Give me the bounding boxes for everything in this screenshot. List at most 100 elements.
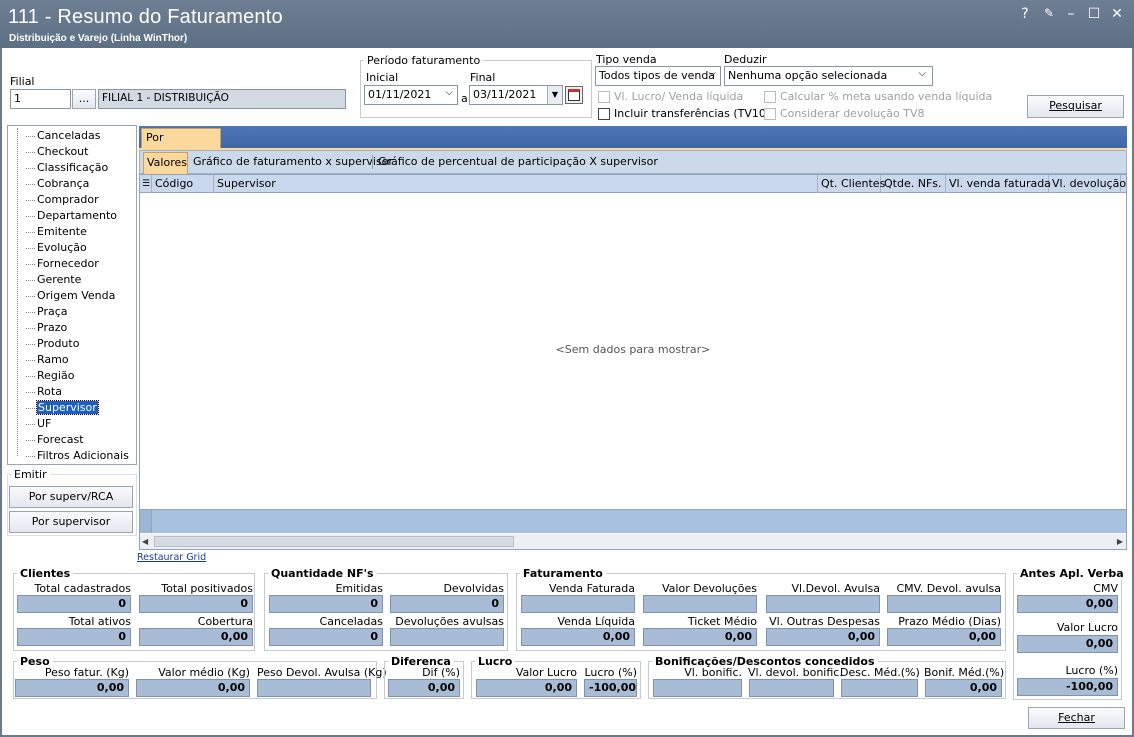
filial-code-input[interactable]: 1	[10, 89, 71, 109]
tree-item-gerente[interactable]: Gerente	[18, 272, 129, 288]
por-superv-rca-button[interactable]: Por superv/RCA	[9, 486, 133, 508]
tree-item-label: Classificação	[37, 161, 109, 174]
inicial-date-input[interactable]: 01/11/2021 ⌵	[364, 85, 458, 105]
column-vl-devolucao[interactable]: Vl. devolução	[1049, 175, 1126, 193]
column-qtde-nfs[interactable]: Qtde. NFs.	[881, 175, 946, 193]
calendar-icon[interactable]	[565, 86, 583, 104]
tree-item-praca[interactable]: Praça	[18, 304, 129, 320]
vl-lucro-checkbox: Vl. Lucro/ Venda líquida	[598, 90, 743, 103]
tree-item-regiao[interactable]: Região	[18, 368, 129, 384]
tab-valores[interactable]: Valores	[143, 152, 188, 174]
incluir-transf-checkbox[interactable]: Incluir transferências (TV10)	[598, 107, 770, 120]
tree-item-label: Região	[37, 369, 75, 382]
tree-item-label: Filtros Adicionais	[37, 449, 129, 462]
antes-valor-lucro-value: 0,00	[1017, 635, 1118, 653]
desc-med-value	[841, 679, 918, 697]
close-icon[interactable]: ✕	[1108, 6, 1126, 22]
bonif-med-label: Bonif. Méd.(%)	[924, 666, 1005, 679]
inicial-date-value: 01/11/2021	[368, 88, 432, 101]
help-icon[interactable]: ?	[1016, 6, 1034, 22]
peso-fatur-value: 0,00	[15, 679, 129, 697]
prazo-medio-value: 0,00	[887, 628, 1001, 646]
horizontal-scrollbar[interactable]: ◀ ▶	[140, 534, 1126, 549]
total-positivados-value: 0	[139, 595, 253, 613]
grid-header: ☰ Código Supervisor Qt. Clientes Qtde. N…	[140, 175, 1126, 193]
clientes-title: Clientes	[17, 567, 74, 580]
tree-item-departamento[interactable]: Departamento	[18, 208, 129, 224]
tree-item-label: Emitente	[37, 225, 87, 238]
column-supervisor[interactable]: Supervisor	[214, 175, 818, 193]
final-label: Final	[470, 71, 496, 84]
tree-item-label: Praça	[37, 305, 68, 318]
tree-item-origem-venda[interactable]: Origem Venda	[18, 288, 129, 304]
maximize-icon[interactable]: ☐	[1085, 6, 1103, 22]
column-chooser-icon[interactable]: ☰	[140, 175, 152, 193]
periodo-group-label: Período faturamento	[364, 54, 484, 67]
antes-verba-title: Antes Apl. Verba	[1017, 567, 1127, 580]
restaurar-grid-link[interactable]: Restaurar Grid	[137, 552, 206, 563]
final-date-input[interactable]: 03/11/2021 ▼	[469, 85, 563, 105]
dev-avulsas-value	[390, 628, 504, 646]
tree-item-evolucao[interactable]: Evolução	[18, 240, 129, 256]
filial-label: Filial	[10, 75, 35, 88]
vl-devol-avulsa-value	[766, 595, 880, 613]
tree-item-label: UF	[37, 417, 52, 430]
scroll-right-icon[interactable]: ▶	[1117, 537, 1123, 546]
tree-item-canceladas[interactable]: Canceladas	[18, 128, 129, 144]
faturamento-title: Faturamento	[520, 567, 606, 580]
chevron-down-icon: ⌵	[708, 68, 716, 79]
venda-faturada-label: Venda Faturada	[549, 582, 635, 595]
filial-browse-button[interactable]: ...	[72, 89, 96, 109]
minimize-icon[interactable]: –	[1062, 6, 1080, 22]
tree-item-cobranca[interactable]: Cobrança	[18, 176, 129, 192]
prazo-medio-label: Prazo Médio (Dias)	[898, 615, 1001, 628]
tree-item-forecast[interactable]: Forecast	[18, 432, 129, 448]
considerar-dev-checkbox: Considerar devolução TV8	[764, 107, 924, 120]
por-supervisor-button[interactable]: Por supervisor	[9, 511, 133, 533]
tree-item-ramo[interactable]: Ramo	[18, 352, 129, 368]
tree-item-filtros-adicionais[interactable]: Filtros Adicionais	[18, 448, 129, 464]
tree-item-label: Produto	[37, 337, 80, 350]
emitidas-label: Emitidas	[335, 582, 383, 595]
venda-faturada-value	[521, 595, 635, 613]
scroll-left-icon[interactable]: ◀	[142, 537, 148, 546]
desc-med-label: Desc. Méd.(%)	[840, 666, 920, 679]
vl-bonific-value	[653, 679, 742, 697]
tree-item-produto[interactable]: Produto	[18, 336, 129, 352]
tree-item-classificacao[interactable]: Classificação	[18, 160, 129, 176]
tree-item-prazo[interactable]: Prazo	[18, 320, 129, 336]
bonif-med-value: 0,00	[925, 679, 1002, 697]
total-ativos-label: Total ativos	[68, 615, 131, 628]
data-grid: ☰ Código Supervisor Qt. Clientes Qtde. N…	[139, 174, 1127, 550]
tree-item-label: Origem Venda	[37, 289, 116, 302]
tree-item-supervisor[interactable]: Supervisor	[18, 400, 129, 416]
scrollbar-thumb[interactable]	[154, 536, 514, 547]
cmv-devol-avulsa-value	[887, 595, 1001, 613]
tab-grafico-faturamento[interactable]: Gráfico de faturamento x supervisor	[193, 152, 393, 174]
total-cadastrados-label: Total cadastrados	[34, 582, 131, 595]
tree-item-label: Evolução	[37, 241, 87, 254]
tree-item-comprador[interactable]: Comprador	[18, 192, 129, 208]
fechar-button[interactable]: Fechar	[1028, 707, 1125, 729]
column-vl-venda-faturada[interactable]: Vl. venda faturada	[946, 175, 1051, 193]
tab-grafico-percentual[interactable]: Gráfico de percentual de participação X …	[378, 152, 658, 174]
tree-item-emitente[interactable]: Emitente	[18, 224, 129, 240]
edit-icon[interactable]: ✎	[1040, 6, 1058, 20]
tree-item-checkout[interactable]: Checkout	[18, 144, 129, 160]
incluir-transf-label: Incluir transferências	[614, 107, 730, 120]
tree-item-fornecedor[interactable]: Fornecedor	[18, 256, 129, 272]
pesquisar-button[interactable]: Pesquisar	[1027, 95, 1124, 118]
tree-item-rota[interactable]: Rota	[18, 384, 129, 400]
tree-item-uf[interactable]: UF	[18, 416, 129, 432]
tab-por-supervisor[interactable]: Por Supervisor	[141, 128, 221, 162]
antes-lucro-pct-label: Lucro (%)	[1065, 664, 1119, 677]
filter-tree: Canceladas Checkout Classificação Cobrança C…	[17, 128, 129, 462]
pesquisar-label: Pesquisar	[1049, 99, 1102, 112]
tree-item-label: Forecast	[37, 433, 84, 446]
tipo-venda-select[interactable]: Todos tipos de venda ⌵	[595, 66, 721, 86]
deduzir-select[interactable]: Nenhuma opção selecionada ⌵	[724, 66, 933, 86]
column-qt-clientes[interactable]: Qt. Clientes	[818, 175, 885, 193]
vl-bonific-label: Vl. bonific.	[684, 666, 742, 679]
canceladas-value: 0	[269, 628, 383, 646]
column-codigo[interactable]: Código	[152, 175, 214, 193]
